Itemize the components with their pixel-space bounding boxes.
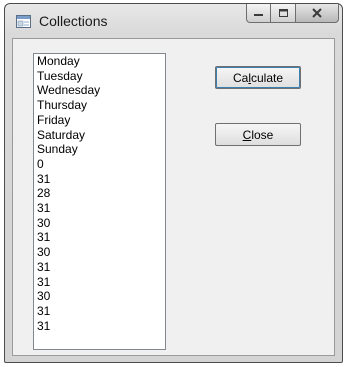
minimize-icon xyxy=(254,14,263,16)
list-item[interactable]: 31 xyxy=(34,230,165,245)
list-item[interactable]: Saturday xyxy=(34,128,165,143)
calculate-label-post: culate xyxy=(250,70,284,85)
close-label-post: lose xyxy=(251,127,274,142)
maximize-button[interactable] xyxy=(271,4,296,23)
minimize-button[interactable] xyxy=(246,4,271,23)
close-icon xyxy=(312,8,322,18)
title-bar[interactable]: Collections xyxy=(5,4,342,38)
list-item[interactable]: 31 xyxy=(34,201,165,216)
list-item[interactable]: 31 xyxy=(34,260,165,275)
client-area: Monday Tuesday Wednesday Thursday Friday… xyxy=(12,38,335,356)
close-button[interactable]: Close xyxy=(215,123,301,146)
list-item[interactable]: Monday xyxy=(34,54,165,69)
collections-window: Collections Monday Tuesday Wednesday Thu… xyxy=(4,3,343,363)
list-item[interactable]: 28 xyxy=(34,186,165,201)
close-window-button[interactable] xyxy=(296,4,339,23)
list-item[interactable]: 30 xyxy=(34,245,165,260)
list-item[interactable]: 0 xyxy=(34,157,165,172)
results-listbox[interactable]: Monday Tuesday Wednesday Thursday Friday… xyxy=(33,53,166,350)
list-item[interactable]: 31 xyxy=(34,304,165,319)
list-item[interactable]: Tuesday xyxy=(34,69,165,84)
caption-buttons xyxy=(246,4,339,24)
list-item[interactable]: 31 xyxy=(34,275,165,290)
close-label-accesskey: C xyxy=(242,127,252,142)
list-item[interactable]: Friday xyxy=(34,113,165,128)
list-item[interactable]: Sunday xyxy=(34,142,165,157)
list-item[interactable]: Wednesday xyxy=(34,83,165,98)
list-item[interactable]: 30 xyxy=(34,216,165,231)
list-item[interactable]: 31 xyxy=(34,319,165,334)
window-title: Collections xyxy=(39,13,108,29)
maximize-icon xyxy=(278,9,288,17)
list-item[interactable]: Thursday xyxy=(34,98,165,113)
calculate-label-pre: Ca xyxy=(232,70,249,85)
list-item[interactable]: 31 xyxy=(34,172,165,187)
calculate-button[interactable]: Ca l culate xyxy=(215,66,301,89)
list-item[interactable]: 30 xyxy=(34,289,165,304)
app-form-icon xyxy=(16,15,31,28)
